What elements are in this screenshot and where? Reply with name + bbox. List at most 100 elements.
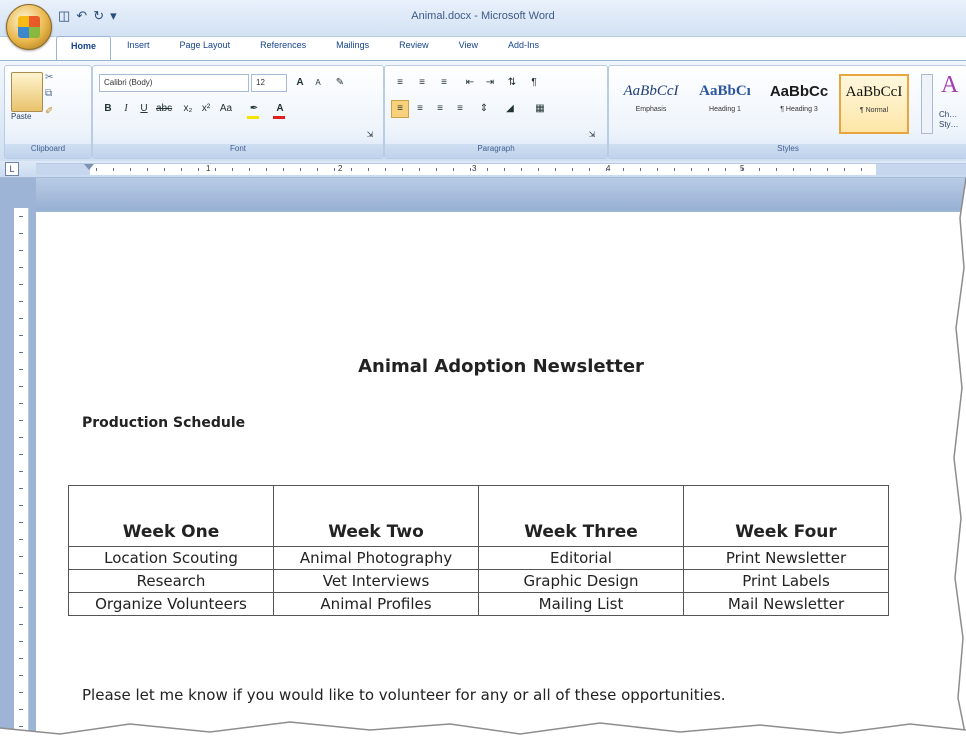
tab-references[interactable]: References (246, 36, 320, 60)
table-header: Week Two (273, 485, 479, 547)
ruler-tick (657, 168, 658, 171)
sort-icon[interactable]: ⇅ (503, 74, 521, 92)
vertical-ruler-tick (19, 284, 23, 285)
align-right-icon[interactable]: ≡ (431, 100, 449, 118)
style-heading-1[interactable]: AaBbCı Heading 1 (691, 74, 759, 132)
numbering-icon[interactable]: ≡ (413, 74, 431, 92)
bold-icon[interactable]: B (99, 100, 117, 118)
tab-mailings[interactable]: Mailings (322, 36, 383, 60)
style-emphasis[interactable]: AaBbCcI Emphasis (617, 74, 685, 132)
tab-view[interactable]: View (445, 36, 492, 60)
ruler-number: 1 (206, 164, 211, 173)
vertical-ruler-tick (19, 709, 23, 710)
clear-formatting-icon[interactable]: ✎ (331, 74, 349, 92)
bullets-icon[interactable]: ≡ (391, 74, 409, 92)
underline-icon[interactable]: U (135, 100, 153, 118)
vertical-ruler-tick (19, 267, 23, 268)
line-spacing-icon[interactable]: ⇕ (475, 100, 493, 118)
ruler-tick (861, 168, 862, 171)
table-cell: Animal Profiles (273, 592, 479, 616)
vertical-ruler-tick (19, 658, 23, 659)
ruler-tick (759, 168, 760, 171)
vertical-ruler-tick (19, 403, 23, 404)
document-page[interactable]: Animal Adoption Newsletter Production Sc… (36, 212, 966, 738)
ruler-right-margin (876, 164, 966, 175)
style-name: Emphasis (635, 106, 667, 113)
indent-marker-icon[interactable] (84, 164, 94, 170)
ruler-tick (147, 168, 148, 171)
tab-add-ins[interactable]: Add-Ins (494, 36, 553, 60)
ruler-tick (113, 168, 114, 171)
strikethrough-icon[interactable]: abc (155, 100, 173, 118)
ruler-tick (725, 168, 726, 171)
ruler-tick (130, 168, 131, 171)
tab-review[interactable]: Review (385, 36, 443, 60)
table-cell: Mail Newsletter (683, 592, 889, 616)
align-center-icon[interactable]: ≡ (411, 100, 429, 118)
office-button[interactable] (6, 4, 52, 50)
style-name: ¶ Heading 3 (780, 106, 818, 113)
styles-group: AaBbCcI Emphasis AaBbCı Heading 1 AaBbCc… (608, 65, 966, 159)
subscript-icon[interactable]: x₂ (179, 100, 197, 118)
format-painter-icon[interactable]: ✐ (45, 106, 59, 118)
ruler-tick (351, 168, 352, 171)
ruler-tick (470, 168, 471, 171)
vertical-ruler-tick (19, 437, 23, 438)
tab-home[interactable]: Home (56, 36, 112, 60)
paste-button[interactable]: Paste (11, 112, 31, 121)
vertical-ruler-tick (19, 539, 23, 540)
show-formatting-icon[interactable]: ¶ (525, 74, 543, 92)
font-dialog-launcher-icon[interactable]: ⇲ (361, 126, 379, 144)
document-subtitle: Production Schedule (82, 415, 246, 431)
horizontal-ruler[interactable]: 1 2 3 4 5 (36, 163, 966, 175)
align-left-icon[interactable]: ≡ (391, 100, 409, 118)
increase-indent-icon[interactable]: ⇥ (481, 74, 499, 92)
torn-edge-right (953, 178, 966, 738)
vertical-ruler-tick (19, 641, 23, 642)
font-name-combo[interactable]: Calibri (Body) (99, 74, 249, 92)
table-cell: Animal Photography (273, 546, 479, 570)
justify-icon[interactable]: ≡ (451, 100, 469, 118)
ruler-tick (827, 168, 828, 171)
font-size-combo[interactable]: 12 (251, 74, 287, 92)
change-case-icon[interactable]: Aa (217, 100, 235, 118)
grow-font-button[interactable]: A (291, 74, 309, 92)
schedule-table[interactable]: Week One Week Two Week Three Week Four L… (68, 485, 889, 616)
style-heading-3[interactable]: AaBbCc ¶ Heading 3 (765, 74, 833, 132)
ruler-tick (215, 168, 216, 171)
ruler-tick (198, 168, 199, 171)
ruler-tick (504, 168, 505, 171)
ruler-tick (487, 168, 488, 171)
italic-icon[interactable]: I (117, 100, 135, 118)
vertical-ruler-tick (19, 335, 23, 336)
styles-gallery-scroll[interactable] (921, 74, 933, 134)
shrink-font-button[interactable]: A (309, 74, 327, 92)
change-styles-button[interactable]: Ch… Sty… (939, 110, 966, 130)
multilevel-list-icon[interactable]: ≡ (435, 74, 453, 92)
clipboard-group: Paste ✂ ⧉ ✐ Clipboard (4, 65, 92, 159)
vertical-ruler-tick (19, 454, 23, 455)
style-normal[interactable]: AaBbCcI ¶ Normal (839, 74, 909, 134)
vertical-ruler-tick (19, 505, 23, 506)
vertical-ruler-tick (19, 488, 23, 489)
tab-insert[interactable]: Insert (113, 36, 164, 60)
superscript-icon[interactable]: x² (197, 100, 215, 118)
change-styles-icon[interactable]: A (941, 72, 958, 99)
vertical-ruler-tick (19, 675, 23, 676)
table-row: Location Scouting Animal Photography Edi… (68, 546, 889, 570)
borders-icon[interactable]: ▦ (531, 100, 549, 118)
vertical-ruler[interactable] (14, 208, 29, 738)
tab-page-layout[interactable]: Page Layout (166, 36, 245, 60)
copy-icon[interactable]: ⧉ (45, 88, 59, 100)
page-top-gap (36, 178, 966, 210)
paragraph-group-label: Paragraph (385, 144, 607, 158)
table-header: Week Four (683, 485, 889, 547)
shading-icon[interactable]: ◢ (501, 100, 519, 118)
tab-selector-icon[interactable]: L (5, 162, 19, 176)
paste-icon[interactable] (11, 72, 43, 112)
table-cell: Vet Interviews (273, 569, 479, 593)
cut-icon[interactable]: ✂ (45, 72, 59, 84)
decrease-indent-icon[interactable]: ⇤ (461, 74, 479, 92)
paragraph-dialog-launcher-icon[interactable]: ⇲ (583, 126, 601, 144)
ruler-tick (674, 168, 675, 171)
